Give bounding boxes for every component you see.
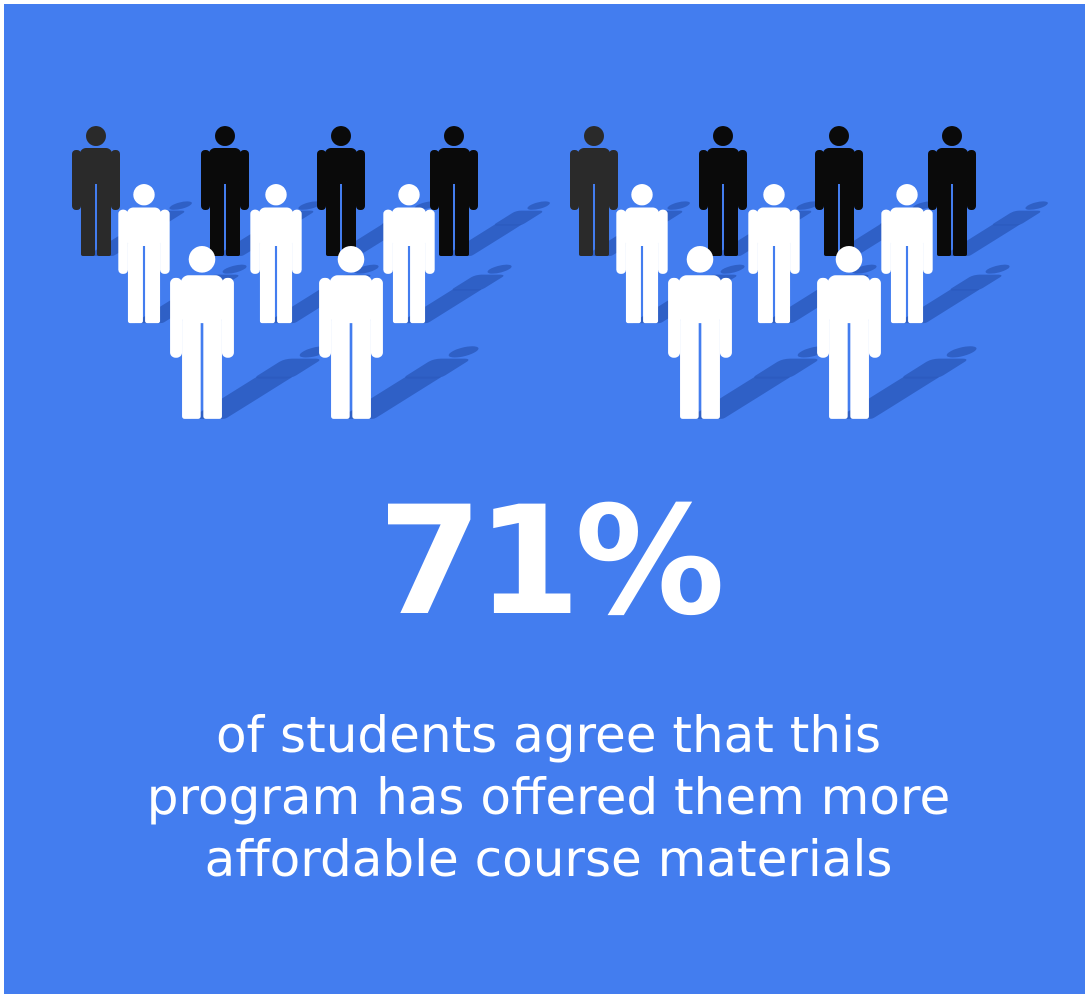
- caption-line-1: of students agree that this: [215, 706, 882, 764]
- person-icon: [72, 126, 120, 256]
- person-icon: [815, 126, 863, 256]
- person-icon: [319, 246, 383, 419]
- person-icon: [317, 126, 365, 256]
- person-icon: [616, 184, 668, 324]
- person-icon: [430, 126, 478, 256]
- person-icon: [699, 126, 747, 256]
- people-illustration: [72, 126, 1048, 419]
- person-icon: [817, 246, 881, 419]
- person-icon: [748, 184, 800, 324]
- caption-line-3: affordable course materials: [204, 830, 893, 888]
- person-icon: [118, 184, 170, 324]
- infographic-card: 71% of students agree that this program …: [0, 0, 1089, 998]
- stat-value: 71%: [377, 475, 725, 649]
- stat-caption: of students agree that this program has …: [4, 704, 1085, 890]
- person-icon: [928, 126, 976, 256]
- person-icon: [570, 126, 618, 256]
- person-icon: [250, 184, 302, 324]
- caption-line-2: program has offered them more: [146, 768, 951, 826]
- person-icon: [201, 126, 249, 256]
